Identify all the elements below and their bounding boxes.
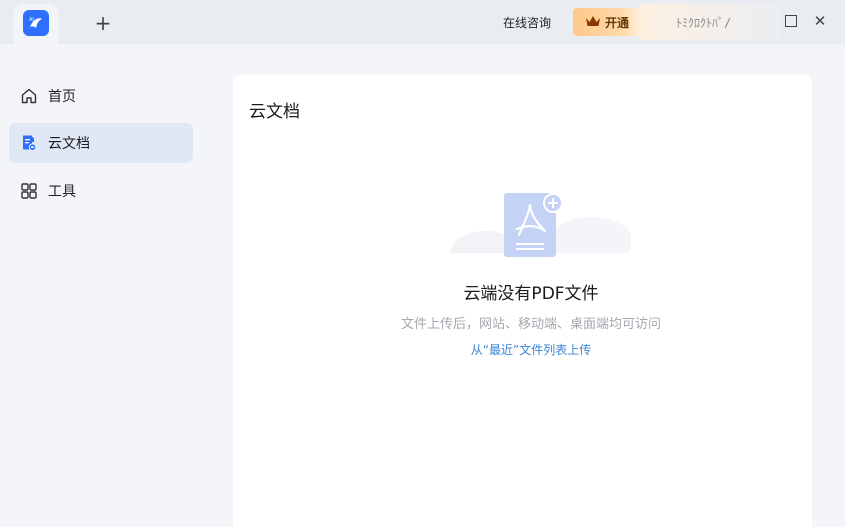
close-icon[interactable]: ✕	[812, 12, 828, 30]
upload-from-recent-link[interactable]: 从“最近”文件列表上传	[233, 341, 829, 358]
online-consult-link[interactable]: 在线咨询	[503, 14, 551, 31]
empty-pdf-illustration	[441, 191, 633, 275]
sidebar-item-home[interactable]: 首页	[9, 76, 193, 116]
sidebar: 首页 云文档 工具	[0, 44, 202, 527]
cloud-doc-icon	[20, 134, 38, 152]
home-icon	[20, 87, 38, 105]
vip-open-label: 开通	[605, 15, 630, 30]
garbled-window-controls: ﾄﾐｸﾛｸﾄﾊﾟ/	[676, 16, 732, 30]
main-panel: 云文档 云端没有PDF文件 文件上传后，网站、移动端、桌面端均可访问 从“最近”…	[233, 75, 812, 527]
sidebar-item-label: 云文档	[48, 136, 90, 152]
empty-state-description: 文件上传后，网站、移动端、桌面端均可访问	[400, 317, 661, 332]
sidebar-item-label: 首页	[48, 89, 76, 105]
crown-icon	[585, 15, 601, 30]
svg-text:AI: AI	[29, 17, 34, 23]
vip-open-button[interactable]: 开通	[573, 8, 643, 36]
maximize-icon[interactable]	[785, 15, 797, 27]
grid-icon	[20, 182, 38, 200]
app-logo-icon[interactable]: AI	[23, 10, 49, 36]
page-title: 云文档	[249, 102, 300, 122]
sidebar-item-label: 工具	[48, 184, 76, 200]
title-bar: AI + 在线咨询 开通 ﾄﾐｸﾛｸﾄﾊﾟ/ ✕	[0, 0, 845, 44]
new-tab-button[interactable]: +	[92, 12, 114, 34]
sidebar-item-tools[interactable]: 工具	[9, 171, 193, 211]
empty-state-title: 云端没有PDF文件	[463, 284, 599, 304]
sidebar-item-cloud-docs[interactable]: 云文档	[9, 123, 193, 163]
